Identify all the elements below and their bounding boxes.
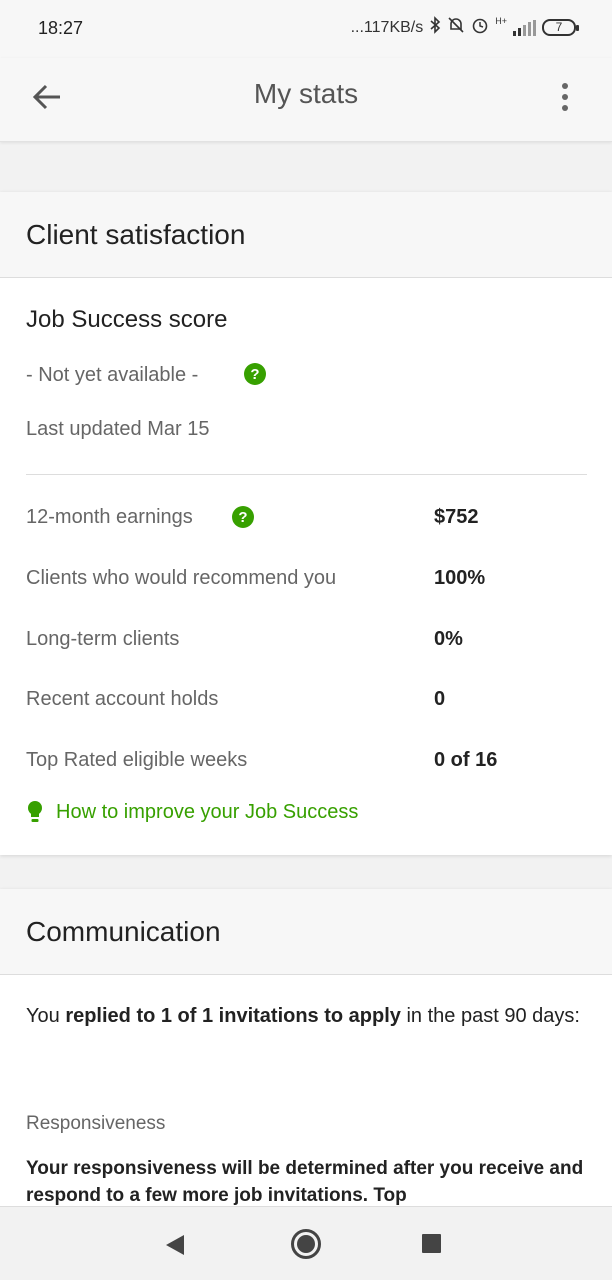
- stat-row-earnings: 12-month earnings ? $752: [26, 506, 587, 536]
- job-success-help-icon[interactable]: ?: [244, 363, 266, 385]
- stat-row-recommend: Clients who would recommend you 100%: [26, 567, 587, 597]
- communication-card: Communication You replied to 1 of 1 invi…: [0, 889, 612, 1209]
- stat-row-long-term: Long-term clients 0%: [26, 628, 587, 658]
- battery-icon: 7: [542, 19, 579, 36]
- stat-value: $752: [434, 506, 479, 528]
- client-satisfaction-card: Client satisfaction Job Success score - …: [0, 192, 612, 855]
- status-icons: ...117KB/s H+ 7: [350, 16, 579, 39]
- page-title: My stats: [253, 78, 359, 109]
- stat-value: 0%: [434, 628, 463, 650]
- status-bar: 18:27 ...117KB/s H+ 7: [0, 0, 612, 58]
- job-success-value: - Not yet available -: [26, 364, 199, 386]
- stat-label: 12-month earnings: [26, 506, 193, 528]
- communication-header: Communication: [0, 889, 612, 975]
- stat-label: Clients who would recommend you: [26, 567, 337, 589]
- nav-recents-icon[interactable]: [422, 1234, 441, 1253]
- system-nav-bar: [0, 1206, 612, 1280]
- network-type: H+: [495, 16, 507, 26]
- notifications-off-icon: [447, 16, 465, 39]
- responsiveness-text: Your responsiveness will be determined a…: [26, 1158, 584, 1206]
- app-bar: My stats: [0, 58, 612, 142]
- client-satisfaction-header: Client satisfaction: [0, 192, 612, 278]
- stat-row-account-holds: Recent account holds 0: [26, 688, 587, 718]
- signal-icon: [513, 19, 536, 36]
- improve-link-label: How to improve your Job Success: [56, 800, 359, 823]
- status-time: 18:27: [38, 18, 84, 38]
- job-success-title: Job Success score: [26, 306, 228, 333]
- more-options-button[interactable]: [542, 74, 588, 120]
- network-speed: ...117KB/s: [350, 18, 424, 36]
- stat-row-top-rated: Top Rated eligible weeks 0 of 16: [26, 749, 587, 779]
- stat-label: Top Rated eligible weeks: [26, 749, 248, 771]
- more-vert-icon: [562, 83, 568, 89]
- bluetooth-icon: [429, 16, 441, 39]
- nav-back-icon[interactable]: [164, 1233, 186, 1257]
- earnings-help-icon[interactable]: ?: [232, 506, 254, 528]
- improve-job-success-link[interactable]: How to improve your Job Success: [26, 800, 358, 824]
- divider: [26, 474, 587, 475]
- invitations-reply-text: You replied to 1 of 1 invitations to app…: [26, 1005, 580, 1027]
- stat-value: 0 of 16: [434, 749, 498, 771]
- stat-value: 0: [434, 688, 446, 710]
- responsiveness-label: Responsiveness: [26, 1113, 166, 1134]
- lightbulb-icon: [26, 800, 44, 824]
- nav-home-icon[interactable]: [291, 1229, 321, 1259]
- stat-value: 100%: [434, 567, 486, 589]
- stat-label: Recent account holds: [26, 688, 219, 710]
- stat-label: Long-term clients: [26, 628, 180, 650]
- alarm-icon: [471, 16, 489, 39]
- last-updated: Last updated Mar 15: [26, 418, 210, 440]
